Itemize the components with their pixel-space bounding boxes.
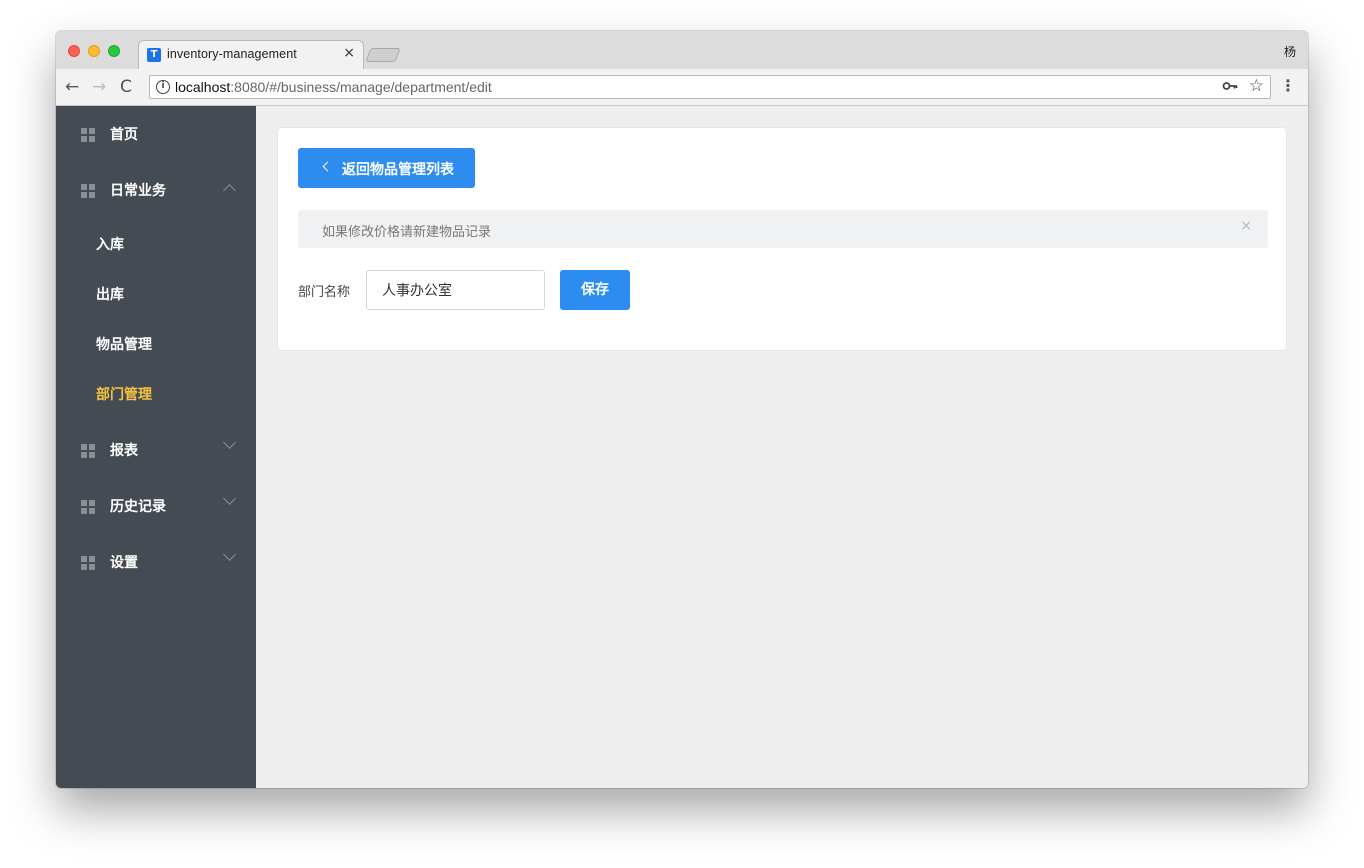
grid-icon	[81, 556, 95, 570]
back-to-list-button[interactable]: 返回物品管理列表	[298, 148, 475, 188]
key-icon[interactable]	[1222, 78, 1238, 98]
sidebar-subitem-stock-in[interactable]: 入库	[56, 218, 256, 268]
tab-title: inventory-management	[167, 47, 297, 61]
new-tab-button[interactable]	[365, 48, 401, 62]
profile-name[interactable]: 杨	[1284, 43, 1296, 60]
sidebar-item-home[interactable]: 首页	[56, 106, 256, 162]
department-name-label: 部门名称	[298, 285, 351, 300]
main-content: 返回物品管理列表 如果修改价格请新建物品记录 × 部门名称 保存	[256, 106, 1308, 788]
sidebar-item-label: 设置	[110, 555, 138, 571]
grid-icon	[81, 184, 95, 198]
chevron-down-icon	[223, 436, 236, 449]
sidebar-item-reports[interactable]: 报表	[56, 422, 256, 478]
sidebar-subitem-label: 入库	[96, 237, 124, 253]
reload-icon[interactable]: C	[120, 77, 132, 97]
chevron-down-icon	[223, 492, 236, 505]
sidebar-subitem-label: 出库	[96, 287, 124, 303]
sidebar-item-daily-business[interactable]: 日常业务	[56, 162, 256, 218]
close-window-button[interactable]	[68, 45, 80, 57]
sidebar: 首页 日常业务 入库 出库 物品管理 部门管理 报表 历史记录 设置	[56, 106, 256, 788]
sidebar-subitem-item-management[interactable]: 物品管理	[56, 318, 256, 368]
grid-icon	[81, 500, 95, 514]
forward-arrow-icon[interactable]: →	[92, 77, 106, 97]
department-name-input[interactable]	[366, 270, 545, 310]
url-text[interactable]: localhost:8080/#/business/manage/departm…	[175, 79, 492, 95]
maximize-window-button[interactable]	[108, 45, 120, 57]
tab-close-icon[interactable]: ×	[343, 45, 355, 61]
sidebar-subitem-label: 物品管理	[96, 337, 152, 353]
star-icon[interactable]: ☆	[1249, 76, 1264, 96]
info-icon[interactable]: i	[156, 80, 170, 94]
browser-toolbar: ← → C i localhost:8080/#/business/manage…	[56, 69, 1308, 106]
sidebar-item-label: 历史记录	[110, 499, 166, 515]
browser-tab[interactable]: T inventory-management ×	[138, 40, 364, 69]
sidebar-subitem-department-management[interactable]: 部门管理	[56, 368, 256, 418]
sidebar-item-settings[interactable]: 设置	[56, 534, 256, 590]
close-icon[interactable]: ×	[1240, 218, 1252, 234]
address-bar[interactable]: i localhost:8080/#/business/manage/depar…	[149, 75, 1271, 99]
chevron-up-icon	[223, 184, 236, 197]
chevron-left-icon	[322, 161, 333, 172]
browser-menu-icon[interactable]: ⋮	[1280, 76, 1296, 96]
browser-window: T inventory-management × 杨 ← → C i local…	[56, 31, 1308, 788]
sidebar-subitem-label: 部门管理	[96, 387, 152, 403]
url-host: localhost	[175, 79, 231, 95]
sidebar-item-history[interactable]: 历史记录	[56, 478, 256, 534]
chevron-down-icon	[223, 548, 236, 561]
url-path: :8080/#/business/manage/department/edit	[230, 79, 492, 95]
save-button[interactable]: 保存	[560, 270, 630, 310]
title-bar: T inventory-management × 杨	[56, 31, 1308, 69]
alert-text: 如果修改价格请新建物品记录	[322, 225, 492, 240]
minimize-window-button[interactable]	[88, 45, 100, 57]
back-to-list-label: 返回物品管理列表	[342, 162, 454, 178]
sidebar-item-label: 日常业务	[110, 183, 166, 199]
back-arrow-icon[interactable]: ←	[65, 77, 79, 97]
sidebar-item-label: 报表	[110, 443, 138, 459]
favicon-icon: T	[147, 48, 161, 62]
sidebar-item-label: 首页	[110, 127, 138, 143]
grid-icon	[81, 128, 95, 142]
edit-card: 返回物品管理列表 如果修改价格请新建物品记录 × 部门名称 保存	[277, 127, 1287, 351]
grid-icon	[81, 444, 95, 458]
info-alert: 如果修改价格请新建物品记录 ×	[298, 210, 1268, 248]
sidebar-subitem-stock-out[interactable]: 出库	[56, 268, 256, 318]
